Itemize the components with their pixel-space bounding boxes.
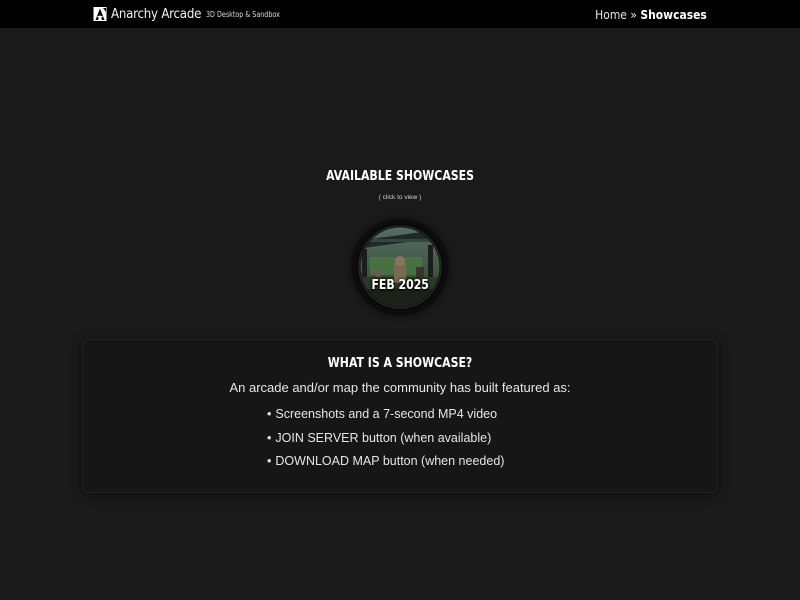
showcase-thumbnail-image [356,223,444,311]
feature-list-item: JOIN SERVER button (when available) [267,430,504,454]
showcases-heading-text: AVAILABLE SHOWCASES [326,169,474,184]
showcase-label: FEB 2025 [352,278,448,293]
brand-tagline: 3D Desktop & Sandbox [206,9,280,19]
breadcrumb: Home » Showcases [595,5,707,23]
card-title: WHAT IS A SHOWCASE? [83,356,717,371]
brand-link[interactable]: Anarchy Arcade 3D Desktop & Sandbox [93,4,293,24]
breadcrumb-home-link[interactable]: Home [595,7,627,22]
showcase-feb-2025[interactable]: FEB 2025 [352,219,448,315]
breadcrumb-separator: » [630,6,638,22]
card-description: An arcade and/or map the community has b… [229,380,571,395]
top-navigation-bar: Anarchy Arcade 3D Desktop & Sandbox Home… [0,0,800,28]
what-is-showcase-card: WHAT IS A SHOWCASE? An arcade and/or map… [83,340,717,492]
showcases-hint: ( click to view ) [378,194,422,201]
showcase-label-text: FEB 2025 [371,278,429,293]
breadcrumb-current: Showcases [640,6,707,22]
showcases-heading: AVAILABLE SHOWCASES [0,169,800,184]
card-title-text: WHAT IS A SHOWCASE? [327,356,473,371]
feature-list-item: DOWNLOAD MAP button (when needed) [267,453,504,477]
anarchy-arcade-logo-icon [93,7,107,21]
brand-name: Anarchy Arcade [111,6,202,22]
feature-list: Screenshots and a 7-second MP4 video JOI… [267,406,504,477]
feature-list-item: Screenshots and a 7-second MP4 video [267,406,504,430]
